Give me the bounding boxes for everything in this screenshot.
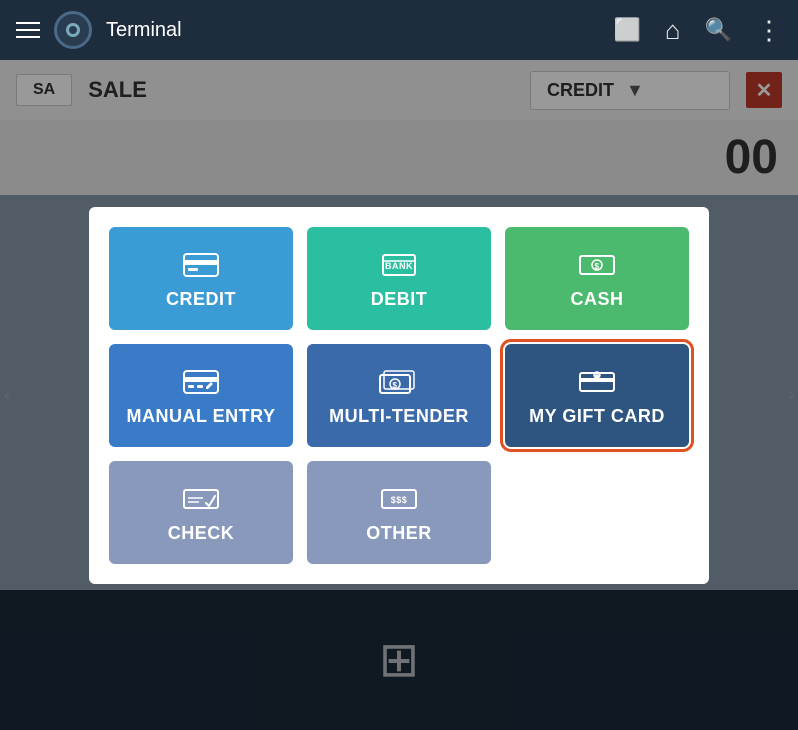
navbar: Terminal ⬜ ⌂ 🔍 ⋮ [0,0,798,60]
svg-text:BANK: BANK [385,261,413,271]
main-content: SA SALE CREDIT ▼ ✕ 00 ‹ › [0,60,798,730]
hamburger-menu-icon[interactable] [16,22,40,38]
svg-text:$$$: $$$ [391,495,408,505]
other-icon: $$$ [381,485,417,513]
cash-label: CASH [570,289,623,310]
search-icon[interactable]: 🔍 [705,17,732,43]
gift-card-icon [579,368,615,396]
home-icon[interactable]: ⌂ [665,15,681,46]
logo-icon [54,11,92,49]
gift-card-button[interactable]: MY GIFT CARD [505,344,689,447]
multi-tender-icon: $ [379,368,419,396]
navbar-right: ⬜ ⌂ 🔍 ⋮ [613,15,782,46]
check-label: CHECK [168,523,235,544]
debit-label: DEBIT [371,289,428,310]
multi-tender-label: MULTI-TENDER [329,406,469,427]
credit-button[interactable]: CREDIT [109,227,293,330]
more-icon[interactable]: ⋮ [756,15,782,46]
gift-card-label: MY GIFT CARD [529,406,665,427]
svg-text:$: $ [393,381,398,390]
manual-entry-button[interactable]: MANUAL ENTRY [109,344,293,447]
tablet-icon[interactable]: ⬜ [613,17,640,43]
credit-label: CREDIT [166,289,236,310]
multi-tender-button[interactable]: $ MULTI-TENDER [307,344,491,447]
manual-entry-icon [183,368,219,396]
debit-button[interactable]: BANK DEBIT [307,227,491,330]
other-button[interactable]: $$$ OTHER [307,461,491,564]
debit-icon: BANK [381,251,417,279]
check-button[interactable]: CHECK [109,461,293,564]
app-title: Terminal [106,19,182,42]
modal-overlay: CREDIT BANK DEBIT [0,60,798,730]
other-label: OTHER [366,523,432,544]
navbar-left: Terminal [16,11,182,49]
credit-icon [183,251,219,279]
payment-grid: CREDIT BANK DEBIT [109,227,689,564]
cash-button[interactable]: $ CASH [505,227,689,330]
manual-entry-label: MANUAL ENTRY [127,406,276,427]
check-icon [183,485,219,513]
payment-modal: CREDIT BANK DEBIT [89,207,709,584]
svg-text:$: $ [595,262,600,271]
logo-inner-circle [66,23,80,37]
cash-icon: $ [579,251,615,279]
